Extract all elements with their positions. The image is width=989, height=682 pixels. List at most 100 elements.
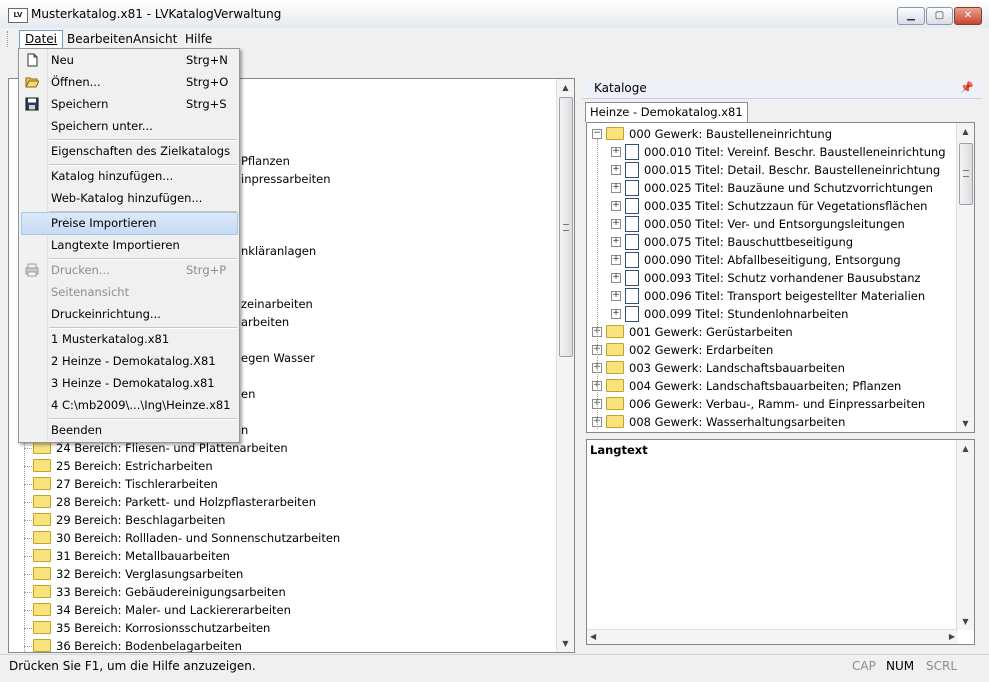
scroll-down-arrow-icon[interactable]: ▼: [957, 613, 974, 630]
expand-icon[interactable]: +: [611, 182, 621, 193]
tree-item-label: 25 Bereich: Estricharbeiten: [56, 459, 213, 473]
menu-item-preise-importieren[interactable]: Preise Importieren: [19, 212, 239, 235]
menu-item-recent-4[interactable]: 4 C:\mb2009\...\Ing\Heinze.x81: [19, 394, 239, 416]
expand-icon[interactable]: +: [611, 200, 621, 211]
expand-icon[interactable]: +: [611, 236, 621, 247]
scroll-left-arrow-icon[interactable]: ◀: [590, 630, 596, 644]
menu-item-recent-3[interactable]: 3 Heinze - Demokatalog.x81: [19, 372, 239, 394]
menu-hilfe[interactable]: Hilfe: [180, 31, 217, 48]
catalog-tree-title[interactable]: +000.099 Titel: Stundenlohnarbeiten: [611, 305, 848, 323]
menu-item-speichern[interactable]: Speichern Strg+S: [19, 93, 239, 115]
tree-item[interactable]: 31 Bereich: Metallbauarbeiten: [24, 547, 230, 565]
tree-item-partial[interactable]: zeinarbeiten: [241, 295, 313, 313]
tree-item[interactable]: 32 Bereich: Verglasungsarbeiten: [24, 565, 243, 583]
menu-item-oeffnen[interactable]: Öffnen... Strg+O: [19, 71, 239, 93]
langtext-area[interactable]: Langtext ▲ ▼ ◀ ▶: [586, 439, 975, 645]
langtext-horizontal-scrollbar[interactable]: ◀ ▶: [587, 629, 958, 644]
scroll-down-arrow-icon[interactable]: ▼: [557, 635, 574, 652]
catalogs-panel-header[interactable]: Kataloge 📌: [582, 78, 982, 99]
tree-item[interactable]: 27 Bereich: Tischlerarbeiten: [24, 475, 218, 493]
collapse-icon[interactable]: −: [592, 128, 602, 139]
menu-item-seitenansicht[interactable]: Seitenansicht: [19, 281, 239, 303]
catalog-tree-group[interactable]: +001 Gewerk: Gerüstarbeiten: [592, 323, 793, 341]
tree-item[interactable]: 25 Bereich: Estricharbeiten: [24, 457, 213, 475]
menu-item-langtexte-importieren[interactable]: Langtexte Importieren: [19, 234, 239, 256]
expand-icon[interactable]: +: [611, 218, 621, 229]
menu-item-recent-2[interactable]: 2 Heinze - Demokatalog.X81: [19, 350, 239, 372]
tree-item[interactable]: 33 Bereich: Gebäudereinigungsarbeiten: [24, 583, 286, 601]
catalog-tree-title[interactable]: +000.025 Titel: Bauzäune und Schutzvorri…: [611, 179, 933, 197]
catalog-tree-title[interactable]: +000.050 Titel: Ver- und Entsorgungsleit…: [611, 215, 905, 233]
minimize-button[interactable]: ▁: [897, 7, 925, 25]
maximize-button[interactable]: ▢: [926, 7, 953, 25]
menu-item-beenden[interactable]: Beenden: [19, 419, 239, 441]
expand-icon[interactable]: +: [611, 146, 621, 157]
menu-datei[interactable]: Datei: [19, 30, 64, 48]
left-vertical-scrollbar[interactable]: ▲ ▼: [556, 79, 574, 652]
expand-icon[interactable]: +: [611, 254, 621, 265]
expand-icon[interactable]: +: [611, 272, 621, 283]
catalog-tree-title[interactable]: +000.010 Titel: Vereinf. Beschr. Baustel…: [611, 143, 946, 161]
menu-item-drucken[interactable]: Drucken... Strg+P: [19, 259, 239, 281]
menu-item-katalog-hinzufuegen[interactable]: Katalog hinzufügen...: [19, 165, 239, 187]
catalog-tree-group[interactable]: +003 Gewerk: Landschaftsbauarbeiten: [592, 359, 845, 377]
printer-icon: [25, 263, 39, 277]
menu-item-neu[interactable]: Neu Strg+N: [19, 49, 239, 71]
folder-icon: [606, 361, 624, 374]
tree-item-label: 29 Bereich: Beschlagarbeiten: [56, 513, 226, 527]
catalog-tree-group[interactable]: − 000 Gewerk: Baustelleneinrichtung: [592, 125, 832, 143]
scroll-thumb[interactable]: [559, 97, 573, 357]
close-button[interactable]: ✕: [954, 7, 982, 25]
catalog-tree-group[interactable]: +008 Gewerk: Wasserhaltungsarbeiten: [592, 413, 845, 431]
scroll-up-arrow-icon[interactable]: ▲: [957, 123, 974, 140]
expand-icon[interactable]: +: [611, 164, 621, 175]
expand-icon[interactable]: +: [611, 290, 621, 301]
scroll-thumb[interactable]: [959, 143, 973, 205]
scroll-down-arrow-icon[interactable]: ▼: [957, 415, 974, 432]
catalog-tree-group[interactable]: +002 Gewerk: Erdarbeiten: [592, 341, 773, 359]
catalog-tree-title[interactable]: +000.093 Titel: Schutz vorhandener Bausu…: [611, 269, 921, 287]
catalog-tree-title[interactable]: +000.035 Titel: Schutzzaun für Vegetatio…: [611, 197, 927, 215]
tree-item-partial[interactable]: nkläranlagen: [241, 242, 316, 260]
scroll-right-arrow-icon[interactable]: ▶: [949, 630, 955, 644]
langtext-vertical-scrollbar[interactable]: ▲ ▼: [956, 440, 974, 630]
menu-item-shortcut: Strg+P: [186, 263, 227, 277]
tree-item-partial[interactable]: n: [241, 421, 248, 439]
catalog-tree-label: 000.015 Titel: Detail. Beschr. Baustelle…: [644, 163, 941, 177]
menu-item-speichern-unter[interactable]: Speichern unter...: [19, 115, 239, 137]
menu-item-web-katalog-hinzufuegen[interactable]: Web-Katalog hinzufügen...: [19, 187, 239, 209]
tree-item-partial[interactable]: inpressarbeiten: [241, 170, 331, 188]
tree-item[interactable]: 34 Bereich: Maler- und Lackiererarbeiten: [24, 601, 291, 619]
tree-item[interactable]: 30 Bereich: Rollladen- und Sonnenschutza…: [24, 529, 340, 547]
tree-item[interactable]: 35 Bereich: Korrosionsschutzarbeiten: [24, 619, 270, 637]
scroll-up-arrow-icon[interactable]: ▲: [557, 79, 574, 96]
document-icon: [625, 305, 639, 322]
catalog-tree-scrollbar[interactable]: ▲ ▼: [956, 123, 974, 432]
open-folder-icon: [25, 77, 39, 88]
menubar-grip[interactable]: [7, 31, 11, 47]
menu-item-eigenschaften[interactable]: Eigenschaften des Zielkatalogs: [19, 140, 239, 162]
pin-icon[interactable]: 📌: [960, 81, 974, 94]
tab-heinze-demokatalog[interactable]: Heinze - Demokatalog.x81: [585, 102, 748, 122]
catalog-tree-title[interactable]: +000.075 Titel: Bauschuttbeseitigung: [611, 233, 853, 251]
tree-item[interactable]: 36 Bereich: Bodenbelagarbeiten: [24, 637, 242, 652]
expand-icon[interactable]: +: [611, 308, 621, 319]
tree-item-partial[interactable]: Pflanzen: [241, 152, 290, 170]
catalog-tree-group[interactable]: +006 Gewerk: Verbau-, Ramm- und Einpress…: [592, 395, 925, 413]
catalog-tree[interactable]: − 000 Gewerk: Baustelleneinrichtung +000.0…: [586, 122, 975, 433]
catalog-tree-title[interactable]: +000.015 Titel: Detail. Beschr. Baustell…: [611, 161, 940, 179]
catalog-tree-title[interactable]: +000.090 Titel: Abfallbeseitigung, Entso…: [611, 251, 901, 269]
menu-ansicht[interactable]: Ansicht: [128, 31, 182, 48]
scroll-up-arrow-icon[interactable]: ▲: [957, 440, 974, 457]
menu-item-druckeinrichtung[interactable]: Druckeinrichtung...: [19, 303, 239, 325]
tree-item-partial[interactable]: arbeiten: [241, 313, 289, 331]
tree-item-partial[interactable]: en: [241, 385, 255, 403]
menu-item-recent-1[interactable]: 1 Musterkatalog.x81: [19, 328, 239, 350]
menu-item-label: Eigenschaften des Zielkatalogs: [51, 144, 231, 158]
catalog-tree-title[interactable]: +000.096 Titel: Transport beigestellter …: [611, 287, 925, 305]
catalog-tree-group[interactable]: +004 Gewerk: Landschaftsbauarbeiten; Pfl…: [592, 377, 901, 395]
tree-item[interactable]: 28 Bereich: Parkett- und Holzpflasterarb…: [24, 493, 316, 511]
tree-item[interactable]: 29 Bereich: Beschlagarbeiten: [24, 511, 225, 529]
tree-item-partial[interactable]: egen Wasser: [241, 349, 315, 367]
menu-bearbeiten[interactable]: Bearbeiten: [62, 31, 138, 48]
